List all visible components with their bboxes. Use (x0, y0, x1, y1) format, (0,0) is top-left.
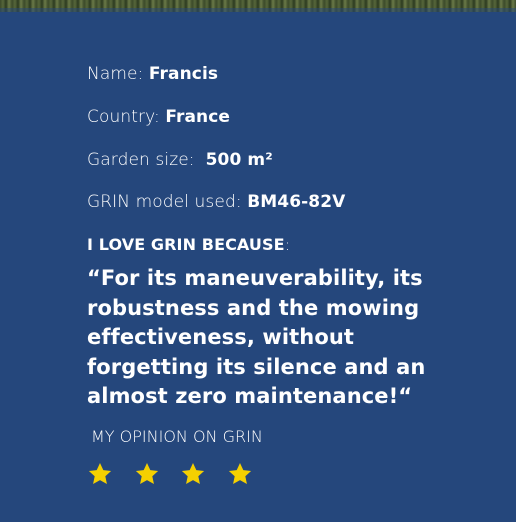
star-icon (180, 461, 206, 487)
garden-size-row: Garden size: 500 m² (87, 150, 273, 170)
name-value: Francis (148, 64, 219, 84)
love-heading: I LOVE GRIN BECAUSE (87, 235, 285, 254)
star-icon (134, 461, 160, 487)
country-row: Country: France (87, 107, 230, 127)
top-grass-strip (0, 0, 516, 12)
name-label: Name: (87, 64, 144, 84)
garden-size-value: 500 m² (205, 150, 273, 170)
model-label: GRIN model used: (87, 192, 242, 212)
testimonial-quote: “For its maneuverability, its robustness… (87, 266, 426, 408)
garden-size-label: Garden size: (87, 150, 195, 170)
star-rating (87, 461, 267, 489)
country-value: France (165, 107, 231, 127)
model-value: BM46-82V (247, 192, 346, 212)
opinion-label: MY OPINION ON GRIN (91, 427, 263, 446)
star-icon (227, 461, 253, 487)
country-label: Country: (87, 107, 160, 127)
star-icon (87, 461, 113, 487)
love-heading-row: I LOVE GRIN BECAUSE: (87, 235, 290, 254)
model-row: GRIN model used: BM46-82V (87, 192, 345, 212)
name-row: Name: Francis (87, 64, 218, 84)
love-heading-colon: : (284, 235, 291, 254)
